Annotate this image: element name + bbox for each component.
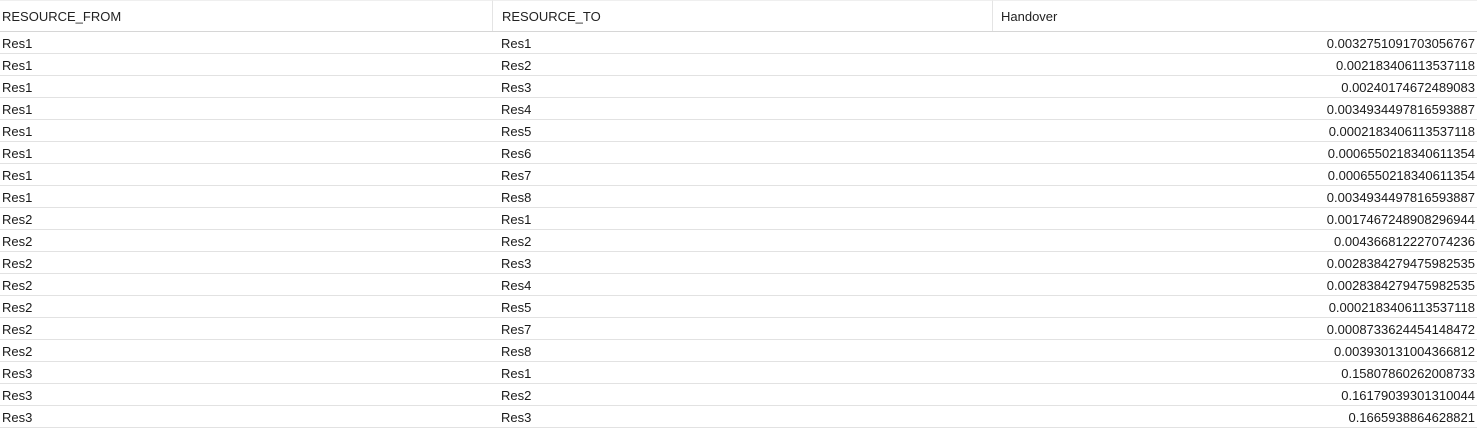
cell-resource-from: Res2	[2, 278, 33, 293]
table-row[interactable]: Res2 Res3 0.0028384279475982535	[0, 252, 1477, 274]
cell-resource-from: Res1	[2, 58, 33, 73]
table-row[interactable]: Res2 Res5 0.0002183406113537118	[0, 296, 1477, 318]
table-row[interactable]: Res3 Res1 0.15807860262008733	[0, 362, 1477, 384]
table-header: RESOURCE_FROM RESOURCE_TO Handover	[0, 0, 1477, 32]
table-row[interactable]: Res1 Res7 0.0006550218340611354	[0, 164, 1477, 186]
cell-resource-from: Res2	[2, 300, 33, 315]
cell-resource-from: Res1	[2, 190, 33, 205]
cell-handover: 0.1665938864628821	[1348, 410, 1475, 425]
table-row[interactable]: Res1 Res6 0.0006550218340611354	[0, 142, 1477, 164]
cell-resource-from: Res1	[2, 80, 33, 95]
cell-resource-from: Res2	[2, 212, 33, 227]
cell-handover: 0.15807860262008733	[1341, 366, 1475, 381]
cell-handover: 0.0002183406113537118	[1328, 124, 1475, 139]
cell-resource-from: Res1	[2, 168, 33, 183]
table-row[interactable]: Res1 Res1 0.0032751091703056767	[0, 32, 1477, 54]
cell-resource-from: Res1	[2, 102, 33, 117]
cell-handover: 0.00240174672489083	[1341, 80, 1475, 95]
cell-resource-to: Res1	[501, 36, 532, 51]
cell-resource-to: Res6	[501, 146, 532, 161]
cell-resource-to: Res1	[501, 212, 532, 227]
cell-resource-from: Res2	[2, 234, 33, 249]
table-row[interactable]: Res1 Res5 0.0002183406113537118	[0, 120, 1477, 142]
cell-handover: 0.004366812227074236	[1334, 234, 1475, 249]
table-row[interactable]: Res1 Res2 0.002183406113537118	[0, 54, 1477, 76]
cell-resource-to: Res5	[501, 300, 532, 315]
cell-resource-to: Res4	[501, 278, 532, 293]
cell-handover: 0.0002183406113537118	[1328, 300, 1475, 315]
cell-handover: 0.16179039301310044	[1341, 388, 1475, 403]
column-header-handover[interactable]: Handover	[993, 0, 1477, 31]
cell-handover: 0.0028384279475982535	[1326, 278, 1475, 293]
cell-resource-from: Res3	[2, 410, 33, 425]
cell-resource-to: Res8	[501, 190, 532, 205]
cell-resource-from: Res3	[2, 388, 33, 403]
cell-resource-to: Res7	[501, 322, 532, 337]
cell-resource-to: Res4	[501, 102, 532, 117]
table-row[interactable]: Res3 Res2 0.16179039301310044	[0, 384, 1477, 406]
cell-resource-to: Res2	[501, 234, 532, 249]
table-row[interactable]: Res2 Res4 0.0028384279475982535	[0, 274, 1477, 296]
cell-handover: 0.0034934497816593887	[1326, 102, 1475, 117]
cell-resource-from: Res1	[2, 124, 33, 139]
cell-resource-to: Res2	[501, 58, 532, 73]
cell-handover: 0.003930131004366812	[1334, 344, 1475, 359]
cell-handover: 0.0028384279475982535	[1326, 256, 1475, 271]
table-row[interactable]: Res2 Res8 0.003930131004366812	[0, 340, 1477, 362]
column-header-resource-from[interactable]: RESOURCE_FROM	[0, 0, 493, 31]
cell-resource-to: Res5	[501, 124, 532, 139]
cell-resource-to: Res2	[501, 388, 532, 403]
data-table: RESOURCE_FROM RESOURCE_TO Handover Res1 R…	[0, 0, 1477, 428]
cell-resource-to: Res3	[501, 410, 532, 425]
cell-resource-to: Res3	[501, 80, 532, 95]
cell-resource-from: Res1	[2, 36, 33, 51]
column-header-resource-to[interactable]: RESOURCE_TO	[493, 0, 993, 31]
cell-handover: 0.0017467248908296944	[1326, 212, 1475, 227]
table-row[interactable]: Res1 Res3 0.00240174672489083	[0, 76, 1477, 98]
cell-resource-to: Res1	[501, 366, 532, 381]
cell-resource-to: Res8	[501, 344, 532, 359]
cell-handover: 0.002183406113537118	[1335, 58, 1475, 73]
table-row[interactable]: Res2 Res1 0.0017467248908296944	[0, 208, 1477, 230]
table-row[interactable]: Res3 Res3 0.1665938864628821	[0, 406, 1477, 428]
cell-handover: 0.0034934497816593887	[1326, 190, 1475, 205]
cell-handover: 0.0032751091703056767	[1326, 36, 1475, 51]
cell-resource-from: Res1	[2, 146, 33, 161]
cell-handover: 0.0006550218340611354	[1327, 168, 1475, 183]
cell-resource-to: Res3	[501, 256, 532, 271]
table-row[interactable]: Res1 Res4 0.0034934497816593887	[0, 98, 1477, 120]
table-row[interactable]: Res2 Res7 0.0008733624454148472	[0, 318, 1477, 340]
table-body: Res1 Res1 0.0032751091703056767 Res1 Res2 0.0…	[0, 32, 1477, 428]
cell-resource-from: Res2	[2, 256, 33, 271]
cell-resource-to: Res7	[501, 168, 532, 183]
cell-resource-from: Res3	[2, 366, 33, 381]
cell-resource-from: Res2	[2, 344, 33, 359]
table-row[interactable]: Res1 Res8 0.0034934497816593887	[0, 186, 1477, 208]
table-row[interactable]: Res2 Res2 0.004366812227074236	[0, 230, 1477, 252]
cell-handover: 0.0006550218340611354	[1327, 146, 1475, 161]
cell-resource-from: Res2	[2, 322, 33, 337]
cell-handover: 0.0008733624454148472	[1326, 322, 1475, 337]
